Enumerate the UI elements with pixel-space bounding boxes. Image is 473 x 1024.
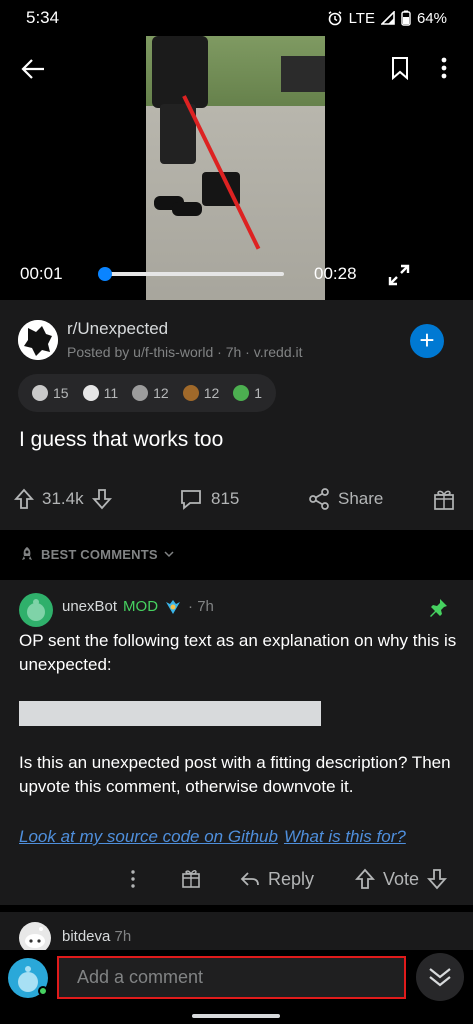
upvote-group: 31.4k bbox=[14, 484, 112, 514]
reply-label: Reply bbox=[268, 868, 315, 889]
chevron-down-icon bbox=[164, 551, 174, 558]
reply-icon bbox=[240, 872, 259, 886]
network-label: LTE bbox=[348, 9, 375, 27]
upvote-count: 31.4k bbox=[42, 489, 84, 508]
comment-time: · 7h bbox=[188, 598, 214, 615]
video-frame[interactable] bbox=[146, 36, 325, 300]
subreddit-name[interactable]: r/Unexpected bbox=[67, 319, 168, 339]
comment-count: 815 bbox=[211, 489, 240, 508]
post-meta: Posted by u/f-this-world · 7h · v.redd.i… bbox=[67, 344, 303, 360]
battery-percent: 64% bbox=[416, 9, 447, 27]
comment-author-line: unexBot MOD · 7h bbox=[62, 598, 214, 615]
status-icons: LTE 64% bbox=[327, 10, 447, 27]
award-helpful-icon bbox=[132, 385, 149, 401]
join-subreddit-button[interactable]: + bbox=[410, 324, 444, 358]
award-wholesome-icon bbox=[82, 385, 99, 401]
share-icon bbox=[309, 488, 329, 510]
mod-badge: MOD bbox=[123, 598, 159, 615]
award-item[interactable]: 11 bbox=[82, 385, 119, 401]
source-code-link[interactable]: Look at my source code on Github bbox=[19, 827, 278, 847]
video-scrubber-handle[interactable] bbox=[98, 267, 112, 281]
video-scrubber[interactable] bbox=[104, 272, 284, 276]
comment-links: Look at my source code on Github What is… bbox=[19, 827, 406, 847]
back-arrow-icon[interactable] bbox=[20, 56, 46, 82]
rocket-icon bbox=[22, 547, 32, 560]
next-comment: bitdeva 7h bbox=[0, 912, 473, 954]
post-title: I guess that works too bbox=[19, 428, 224, 451]
comment-upvote-icon[interactable] bbox=[355, 868, 375, 890]
bookmark-icon[interactable] bbox=[390, 56, 410, 80]
status-bar: 5:34 LTE 64% bbox=[0, 0, 473, 36]
what-is-this-link[interactable]: What is this for? bbox=[284, 827, 406, 847]
comment-award-icon[interactable] bbox=[180, 865, 202, 893]
award-poop-icon bbox=[182, 385, 199, 401]
award-item[interactable]: 1 bbox=[233, 385, 262, 401]
comment-more-icon[interactable] bbox=[124, 865, 142, 893]
double-chevron-down-icon bbox=[429, 968, 451, 987]
comment-text-intro: OP sent the following text as an explana… bbox=[19, 631, 457, 674]
add-comment-input[interactable]: Add a comment bbox=[57, 956, 406, 999]
next-comment-time: 7h bbox=[114, 928, 132, 945]
reply-button[interactable]: Reply bbox=[240, 865, 314, 893]
comment-author-name[interactable]: unexBot bbox=[62, 598, 117, 615]
share-label: Share bbox=[338, 489, 384, 508]
video-duration: 00:28 bbox=[314, 264, 357, 283]
comment-author-avatar[interactable] bbox=[19, 593, 53, 627]
comment-text-prompt: Is this an unexpected post with a fittin… bbox=[19, 753, 451, 796]
redacted-explanation bbox=[19, 701, 321, 726]
award-count: 1 bbox=[254, 385, 263, 401]
downvote-icon[interactable] bbox=[91, 488, 112, 510]
pinned-icon bbox=[430, 599, 447, 617]
vote-group: Vote bbox=[355, 865, 448, 893]
moderator-flair-icon bbox=[166, 599, 181, 614]
award-silver-icon bbox=[32, 385, 48, 401]
fullscreen-icon[interactable] bbox=[388, 264, 410, 286]
status-time: 5:34 bbox=[26, 8, 60, 27]
upvote-icon[interactable] bbox=[14, 488, 34, 510]
subreddit-avatar[interactable] bbox=[18, 320, 58, 360]
person-shape bbox=[152, 36, 208, 108]
jump-down-button[interactable] bbox=[416, 953, 464, 1001]
award-count: 11 bbox=[103, 385, 119, 401]
sort-label: BEST COMMENTS bbox=[41, 546, 158, 562]
post-card: r/Unexpected Posted by u/f-this-world · … bbox=[0, 300, 473, 530]
video-player[interactable]: 00:01 00:28 bbox=[0, 0, 473, 300]
alarm-icon bbox=[328, 11, 342, 26]
home-indicator bbox=[192, 1014, 280, 1018]
battery-icon bbox=[401, 10, 411, 26]
comment-sort-dropdown[interactable]: BEST COMMENTS bbox=[19, 546, 174, 562]
comment-downvote-icon[interactable] bbox=[427, 868, 448, 890]
award-count: 12 bbox=[153, 385, 169, 401]
add-comment-bar: Add a comment bbox=[0, 950, 473, 1024]
next-comment-author[interactable]: bitdeva bbox=[62, 928, 110, 945]
share-button[interactable]: Share bbox=[308, 484, 383, 514]
award-item[interactable]: 12 bbox=[132, 385, 169, 401]
award-green-icon bbox=[233, 385, 250, 401]
vote-label: Vote bbox=[383, 868, 420, 889]
comment-actions: Reply Vote bbox=[0, 865, 473, 893]
bench-shape bbox=[281, 56, 325, 92]
online-indicator bbox=[38, 986, 48, 996]
comments-button[interactable]: 815 bbox=[179, 484, 239, 514]
award-count: 12 bbox=[203, 385, 220, 401]
signal-icon bbox=[380, 11, 395, 25]
next-comment-author-line: bitdeva 7h bbox=[62, 928, 131, 945]
post-actions: 31.4k 815 Share bbox=[0, 484, 473, 514]
more-options-icon[interactable] bbox=[440, 56, 448, 80]
award-item[interactable]: 12 bbox=[182, 385, 220, 401]
award-item[interactable]: 15 bbox=[32, 385, 69, 401]
comment-sort-bar: BEST COMMENTS bbox=[0, 530, 473, 578]
awards-bar[interactable]: 15 11 12 12 1 bbox=[18, 374, 277, 412]
video-current-time: 00:01 bbox=[20, 264, 63, 283]
comment-icon bbox=[181, 490, 201, 510]
award-count: 15 bbox=[53, 385, 69, 401]
comment-card: unexBot MOD · 7h OP sent the following t… bbox=[0, 580, 473, 905]
award-gift-icon[interactable] bbox=[432, 484, 456, 514]
